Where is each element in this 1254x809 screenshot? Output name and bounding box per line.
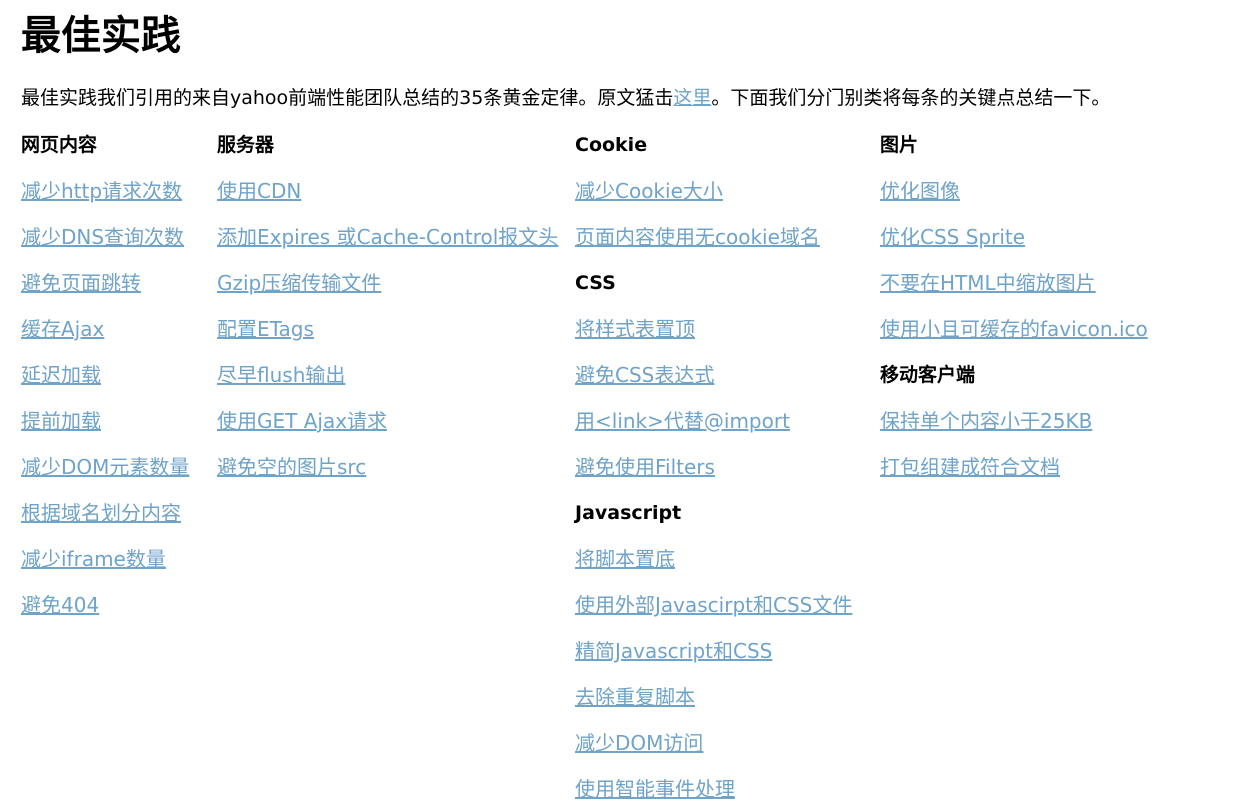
practice-link[interactable]: 提前加载 <box>21 404 189 450</box>
practice-link[interactable]: 避免页面跳转 <box>21 266 189 312</box>
category-column: Cookie 减少Cookie大小 页面内容使用无cookie域名 CSS 将样式表置顶… <box>575 128 852 809</box>
practice-link[interactable]: 配置ETags <box>217 312 558 358</box>
practice-link[interactable]: 尽早flush输出 <box>217 358 558 404</box>
practice-link[interactable]: 将样式表置顶 <box>575 312 852 358</box>
practice-link[interactable]: 避免空的图片src <box>217 450 558 496</box>
category-column: 网页内容减少http请求次数 减少DNS查询次数 避免页面跳转 缓存Ajax 延迟加载提… <box>21 128 189 634</box>
section-heading: Cookie <box>575 134 648 156</box>
source-link[interactable]: 这里 <box>673 87 711 109</box>
practice-link[interactable]: 减少http请求次数 <box>21 174 189 220</box>
section-heading: CSS <box>575 272 616 294</box>
practice-link[interactable]: 减少Cookie大小 <box>575 174 852 220</box>
practice-link[interactable]: 使用CDN <box>217 174 558 220</box>
category-column: 服务器使用CDN 添加Expires 或Cache-Control报文头 Gzip压… <box>217 128 558 496</box>
practice-link[interactable]: 打包组建成符合文档 <box>880 450 1148 496</box>
practice-link[interactable]: 添加Expires 或Cache-Control报文头 <box>217 220 558 266</box>
intro-paragraph: 最佳实践我们引用的来自yahoo前端性能团队总结的35条黄金定律。原文猛击这里。… <box>21 84 1110 112</box>
practice-link[interactable]: 将脚本置底 <box>575 542 852 588</box>
practice-link[interactable]: 避免404 <box>21 588 189 634</box>
practice-link[interactable]: 使用外部Javascirpt和CSS文件 <box>575 588 852 634</box>
practice-link[interactable]: 使用小且可缓存的favicon.ico <box>880 312 1148 358</box>
section-heading: 网页内容 <box>21 134 98 156</box>
category-column: 图片优化图像 优化CSS Sprite 不要在HTML中缩放图片 使用小且可缓存的fa… <box>880 128 1148 496</box>
page: 最佳实践 最佳实践我们引用的来自yahoo前端性能团队总结的35条黄金定律。原文… <box>0 0 1254 809</box>
practice-link[interactable]: 不要在HTML中缩放图片 <box>880 266 1148 312</box>
intro-text-end: 。下面我们分门别类将每条的关键点总结一下。 <box>711 87 1111 109</box>
section-heading: 移动客户端 <box>880 364 976 386</box>
practice-link[interactable]: 减少DOM访问 <box>575 726 852 772</box>
practice-link[interactable]: 避免CSS表达式 <box>575 358 852 404</box>
practice-link[interactable]: Gzip压缩传输文件 <box>217 266 558 312</box>
section-heading: 图片 <box>880 134 919 156</box>
practice-link[interactable]: 根据域名划分内容 <box>21 496 189 542</box>
page-title: 最佳实践 <box>21 13 181 59</box>
practice-link[interactable]: 使用GET Ajax请求 <box>217 404 558 450</box>
practice-link[interactable]: 减少DOM元素数量 <box>21 450 189 496</box>
practice-link[interactable]: 保持单个内容小于25KB <box>880 404 1148 450</box>
practice-link[interactable]: 优化图像 <box>880 174 1148 220</box>
practice-link[interactable]: 延迟加载 <box>21 358 189 404</box>
practice-link[interactable]: 减少iframe数量 <box>21 542 189 588</box>
section-heading: 服务器 <box>217 134 275 156</box>
practice-link[interactable]: 优化CSS Sprite <box>880 220 1148 266</box>
practice-link[interactable]: 精简Javascript和CSS <box>575 634 852 680</box>
practice-link[interactable]: 减少DNS查询次数 <box>21 220 189 266</box>
practice-link[interactable]: 使用智能事件处理 <box>575 772 852 809</box>
practice-link[interactable]: 缓存Ajax <box>21 312 189 358</box>
practice-link[interactable]: 避免使用Filters <box>575 450 852 496</box>
practice-link[interactable]: 去除重复脚本 <box>575 680 852 726</box>
practice-link[interactable]: 用<link>代替@import <box>575 404 852 450</box>
section-heading: Javascript <box>575 502 682 524</box>
intro-text: 最佳实践我们引用的来自yahoo前端性能团队总结的35条黄金定律。原文猛击 <box>21 87 674 109</box>
practice-link[interactable]: 页面内容使用无cookie域名 <box>575 220 852 266</box>
